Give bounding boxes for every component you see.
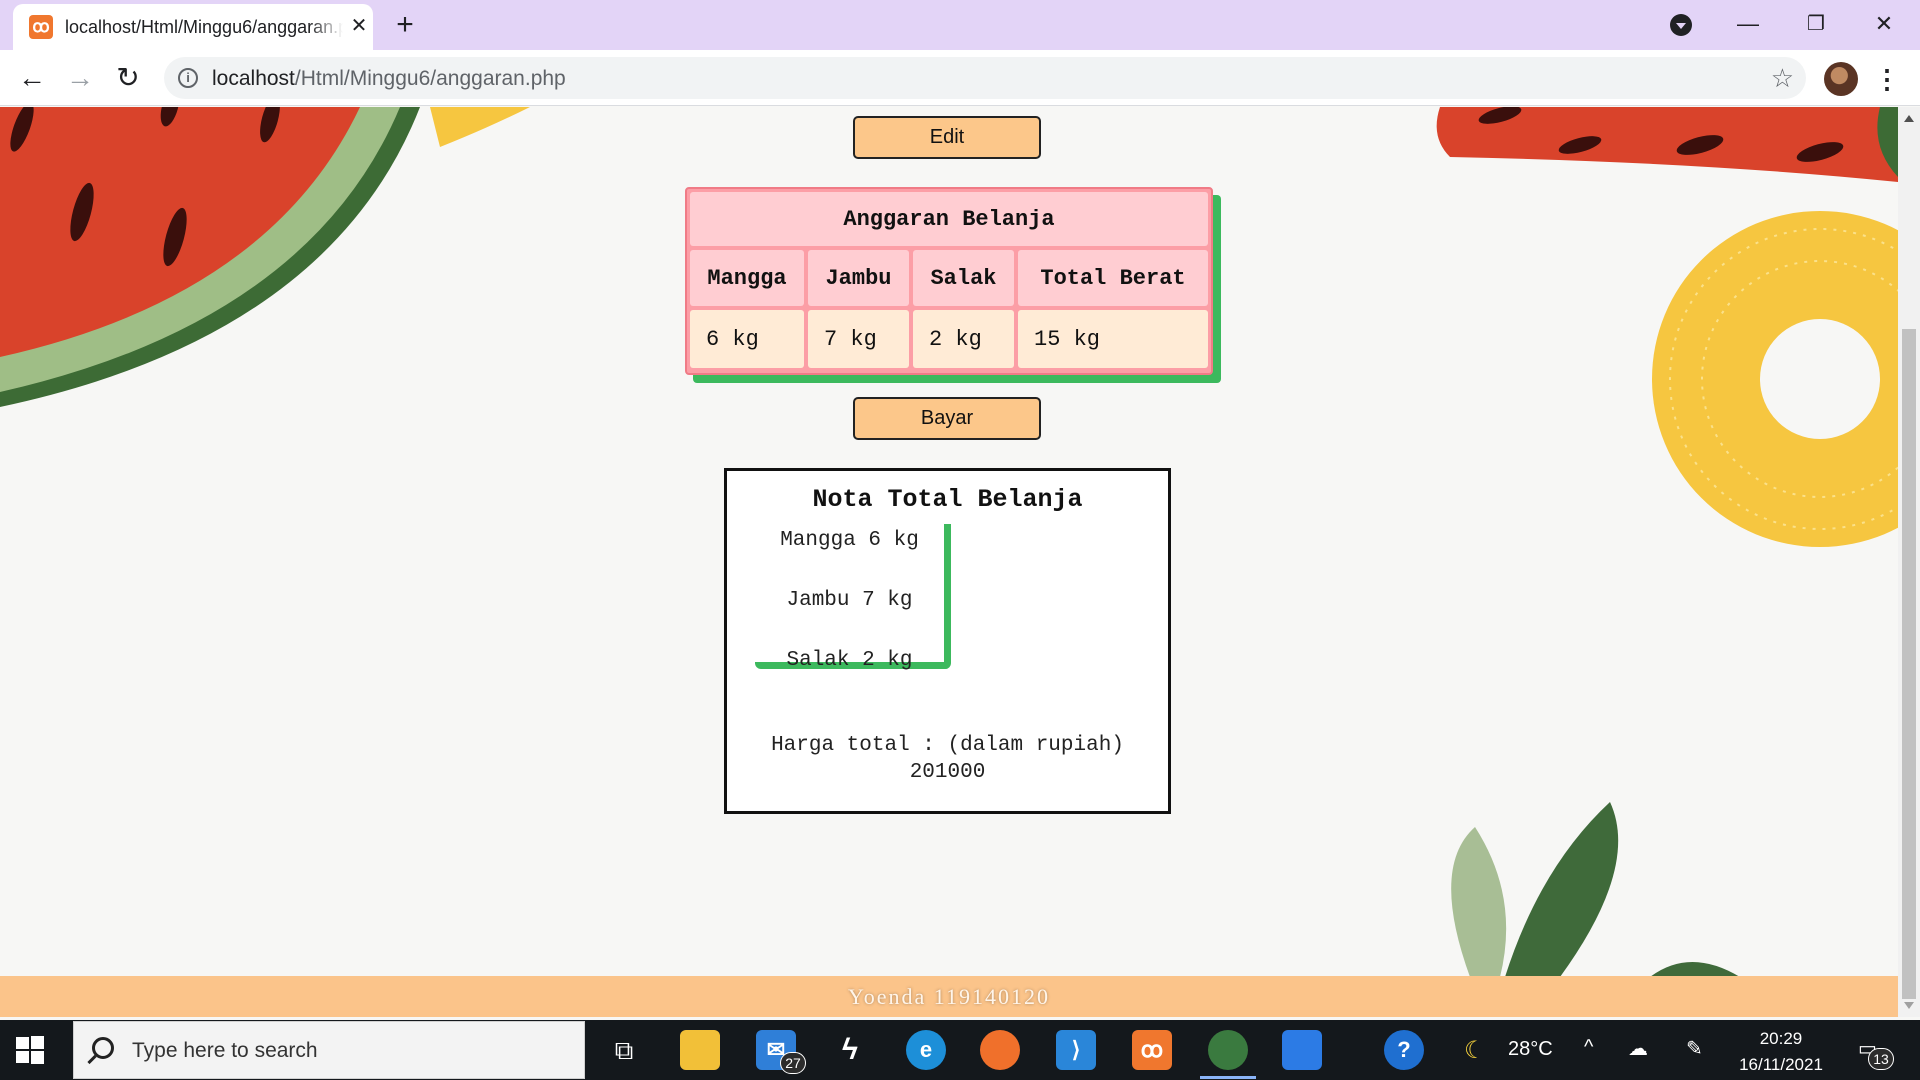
onedrive-cloud-icon[interactable]: ☁ bbox=[1628, 1036, 1648, 1061]
site-info-icon[interactable]: i bbox=[178, 68, 198, 88]
page-viewport: Edit Anggaran Belanja Mangga Jambu Salak… bbox=[0, 107, 1898, 1017]
vscode-icon[interactable]: ⟩ bbox=[1056, 1030, 1096, 1070]
taskbar-search-box[interactable]: Type here to search bbox=[73, 1021, 585, 1079]
reload-icon[interactable]: ↻ bbox=[110, 60, 146, 96]
weather-moon-icon[interactable]: ☾ bbox=[1464, 1036, 1486, 1065]
edit-button[interactable]: Edit bbox=[853, 116, 1041, 159]
chrome-icon[interactable] bbox=[1208, 1030, 1248, 1070]
receipt-total-value: 201000 bbox=[909, 761, 986, 784]
header-salak: Salak bbox=[913, 250, 1014, 306]
restore-icon[interactable]: ❐ bbox=[1788, 6, 1844, 42]
browser-toolbar: ← → ↻ i localhost/Html/Minggu6/anggaran.… bbox=[0, 50, 1920, 106]
app-lightning-icon[interactable]: ϟ bbox=[830, 1030, 870, 1070]
task-view-icon[interactable]: ⧉ bbox=[604, 1030, 644, 1070]
budget-table: Anggaran Belanja Mangga Jambu Salak Tota… bbox=[685, 187, 1213, 375]
clock-date: 16/11/2021 bbox=[1739, 1055, 1823, 1074]
value-jambu: 7 kg bbox=[808, 310, 909, 368]
page-scrollbar[interactable] bbox=[1898, 107, 1920, 1017]
search-placeholder: Type here to search bbox=[132, 1039, 318, 1062]
xampp-taskbar-icon[interactable]: ꝏ bbox=[1132, 1030, 1172, 1070]
help-icon[interactable]: ? bbox=[1384, 1030, 1424, 1070]
scroll-up-icon[interactable] bbox=[1904, 115, 1914, 122]
address-bar[interactable]: i localhost/Html/Minggu6/anggaran.php ☆ bbox=[164, 57, 1806, 99]
scrollbar-thumb[interactable] bbox=[1902, 329, 1916, 999]
clock-time: 20:29 bbox=[1759, 1029, 1803, 1048]
taskbar-clock[interactable]: 20:29 16/11/2021 bbox=[1726, 1026, 1836, 1078]
receipt-item: Salak 2 kg bbox=[786, 649, 913, 672]
pay-button[interactable]: Bayar bbox=[853, 397, 1041, 440]
header-total-berat: Total Berat bbox=[1018, 250, 1208, 306]
close-tab-icon[interactable]: ✕ bbox=[347, 14, 371, 38]
tray-chevron-icon[interactable]: ^ bbox=[1584, 1036, 1593, 1059]
page-footer: Yoenda 119140120 bbox=[0, 976, 1898, 1017]
receipt-total-label: Harga total : (dalam rupiah) bbox=[771, 734, 1124, 757]
value-total-berat: 15 kg bbox=[1018, 310, 1208, 368]
active-app-indicator bbox=[1200, 1076, 1256, 1079]
window-close-icon[interactable]: ✕ bbox=[1856, 6, 1912, 42]
value-mangga: 6 kg bbox=[690, 310, 804, 368]
scroll-down-icon[interactable] bbox=[1904, 1002, 1914, 1009]
more-menu-icon[interactable]: ⋮ bbox=[1874, 62, 1900, 96]
receipt-title: Nota Total Belanja bbox=[812, 485, 1083, 514]
header-jambu: Jambu bbox=[808, 250, 909, 306]
receipt-item-list: Mangga 6 kg Jambu 7 kg Salak 2 kg bbox=[755, 524, 951, 672]
tab-strip: ꝏ localhost/Html/Minggu6/anggaran.php ✕ … bbox=[0, 0, 1920, 50]
browser-tab[interactable]: ꝏ localhost/Html/Minggu6/anggaran.php ✕ bbox=[13, 4, 373, 50]
bookmark-star-icon[interactable]: ☆ bbox=[1771, 62, 1794, 94]
receipt-item: Jambu 7 kg bbox=[786, 589, 913, 612]
mail-icon[interactable]: ✉ 27 bbox=[756, 1030, 806, 1074]
xampp-icon: ꝏ bbox=[29, 15, 53, 39]
edge-icon[interactable]: e bbox=[906, 1030, 946, 1070]
value-salak: 2 kg bbox=[913, 310, 1014, 368]
header-mangga: Mangga bbox=[690, 250, 804, 306]
windows-start-icon[interactable] bbox=[14, 1034, 46, 1066]
receipt-item: Mangga 6 kg bbox=[780, 529, 919, 552]
windows-taskbar: Type here to search ⧉ ✉ 27 ϟ e ⟩ ꝏ ? ☾ 2… bbox=[0, 1020, 1920, 1080]
forward-icon[interactable]: → bbox=[62, 60, 98, 96]
budget-table-title: Anggaran Belanja bbox=[690, 192, 1208, 246]
minimize-icon[interactable]: — bbox=[1720, 6, 1776, 42]
url-text[interactable]: localhost/Html/Minggu6/anggaran.php bbox=[212, 67, 566, 91]
notification-icon[interactable]: ▭ 13 bbox=[1858, 1036, 1894, 1070]
photos-icon[interactable] bbox=[1282, 1030, 1322, 1070]
weather-temperature[interactable]: 28°C bbox=[1508, 1038, 1553, 1061]
mail-badge: 27 bbox=[780, 1052, 806, 1074]
pen-icon[interactable]: ✎ bbox=[1686, 1036, 1703, 1061]
receipt-box: Nota Total Belanja Mangga 6 kg Jambu 7 k… bbox=[724, 468, 1171, 814]
notification-badge: 13 bbox=[1868, 1048, 1894, 1070]
file-explorer-icon[interactable] bbox=[680, 1030, 720, 1070]
new-tab-button[interactable]: + bbox=[388, 8, 422, 42]
search-icon bbox=[92, 1037, 114, 1059]
profile-avatar[interactable] bbox=[1824, 62, 1858, 96]
back-icon[interactable]: ← bbox=[14, 60, 50, 96]
firefox-icon[interactable] bbox=[980, 1030, 1020, 1070]
tab-search-icon[interactable] bbox=[1670, 14, 1692, 36]
tab-title: localhost/Html/Minggu6/anggaran.php bbox=[65, 17, 343, 37]
